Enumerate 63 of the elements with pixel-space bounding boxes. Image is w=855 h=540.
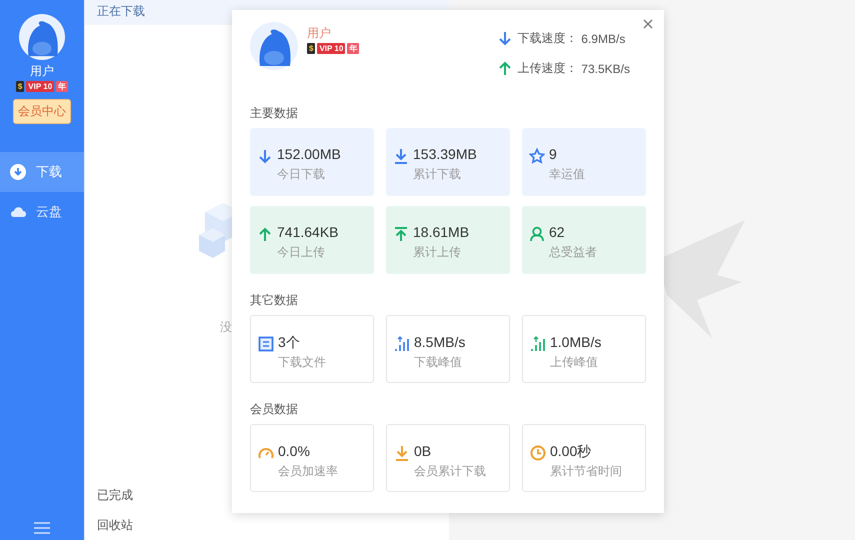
- year-badge: 年: [56, 81, 68, 92]
- close-icon: [643, 19, 653, 29]
- download-icon: [10, 164, 26, 180]
- stat-value: 1.0MB/s: [550, 334, 602, 351]
- menu-icon: [34, 522, 50, 534]
- empty-text: 没: [220, 319, 232, 336]
- arrow-up-icon: [257, 226, 273, 242]
- stat-label: 累计上传: [413, 245, 462, 259]
- section-title: 会员数据: [250, 401, 299, 417]
- user-name: 用户: [30, 64, 54, 78]
- bar-chart-icon: [530, 336, 546, 352]
- speed-label: 上传速度：: [517, 60, 578, 77]
- vip-badge: VIP 10: [317, 43, 346, 54]
- stat-label: 今日上传: [277, 245, 326, 259]
- stat-label: 下载文件: [278, 355, 326, 369]
- stat-value: 0B: [414, 443, 432, 460]
- stat-value: 18.61MB: [413, 224, 470, 241]
- stat-value: 9: [549, 146, 558, 163]
- arrow-down-icon: [498, 31, 512, 46]
- stat-label: 会员加速率: [278, 464, 338, 478]
- stat-value: 8.5MB/s: [414, 334, 466, 351]
- avatar-icon: [250, 22, 298, 70]
- speed-value: 6.9MB/s: [581, 32, 626, 46]
- stat-value: 0.0%: [278, 443, 311, 460]
- gauge-icon: [258, 445, 274, 461]
- nav-item[interactable]: 下载: [0, 152, 84, 192]
- stat-value: 3个: [278, 334, 301, 351]
- stat-label: 下载峰值: [414, 355, 463, 369]
- download-icon: [394, 445, 410, 461]
- stat-label: 幸运值: [549, 167, 585, 181]
- stat-label: 上传峰值: [550, 355, 599, 369]
- vip-badge: VIP 10: [26, 81, 54, 92]
- person-icon: [529, 226, 545, 242]
- list-tab[interactable]: 回收站: [85, 510, 449, 540]
- upload-icon: [393, 226, 409, 242]
- speed-value: 73.5KB/s: [581, 62, 630, 76]
- section-title: 其它数据: [250, 292, 299, 308]
- list-icon: [258, 336, 274, 352]
- arrow-down-icon: [257, 148, 273, 164]
- stat-value: 0.00秒: [550, 443, 592, 460]
- coin-badge: $: [16, 81, 24, 92]
- stat-label: 累计节省时间: [550, 464, 622, 478]
- bar-chart-icon: [394, 336, 410, 352]
- arrow-up-icon: [498, 61, 512, 76]
- stat-label: 累计下载: [413, 167, 462, 181]
- stat-value: 741.64KB: [277, 224, 338, 241]
- user-name: 用户: [307, 26, 332, 40]
- member-center-button[interactable]: 会员中心: [13, 99, 71, 124]
- avatar-icon: [19, 14, 65, 60]
- stat-value: 152.00MB: [277, 146, 341, 163]
- coin-badge: $: [307, 43, 316, 54]
- year-badge: 年: [347, 43, 360, 54]
- nav-item[interactable]: 云盘: [0, 192, 84, 232]
- stat-value: 62: [549, 224, 566, 241]
- stat-label: 会员累计下载: [414, 464, 486, 478]
- download-icon: [393, 148, 409, 164]
- clock-icon: [530, 445, 546, 461]
- speed-label: 下载速度：: [517, 30, 578, 47]
- stat-value: 153.39MB: [413, 146, 477, 163]
- stat-label: 总受益者: [549, 245, 597, 259]
- section-title: 主要数据: [250, 105, 299, 121]
- star-icon: [529, 148, 545, 164]
- stat-label: 今日下载: [277, 167, 326, 181]
